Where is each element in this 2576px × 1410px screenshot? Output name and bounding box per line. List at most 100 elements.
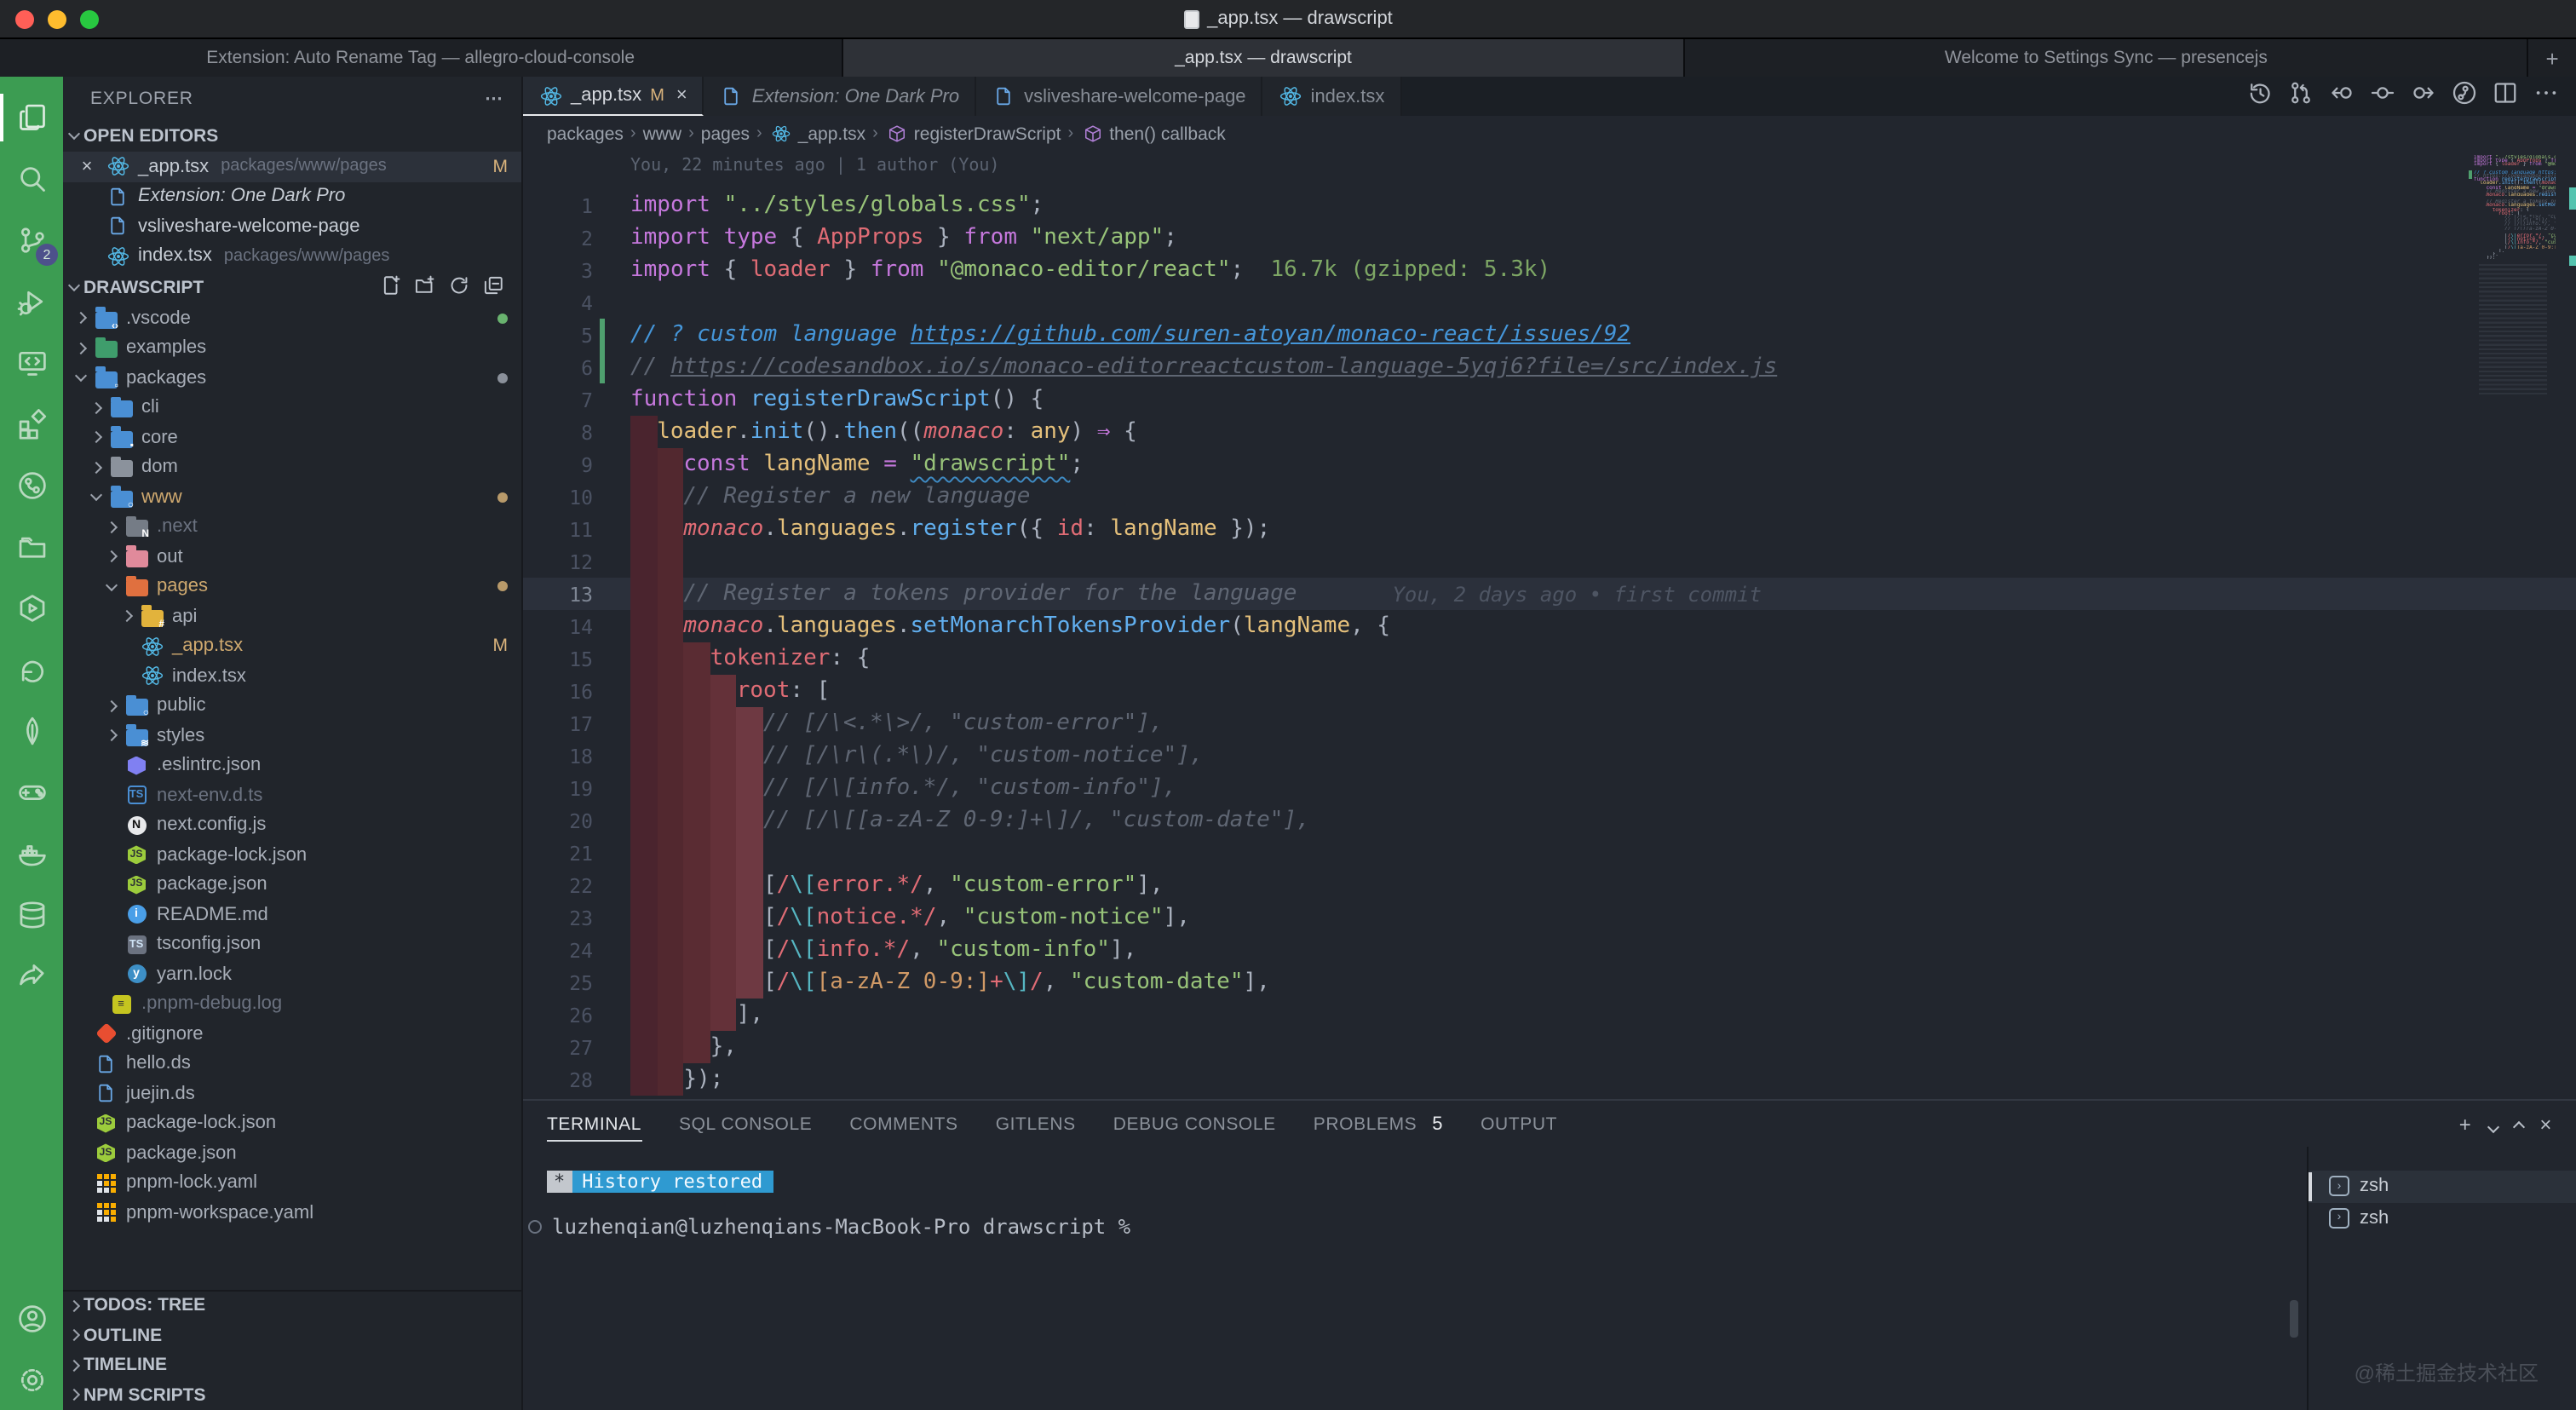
code-line-11[interactable]: 11monaco.languages.register({ id: langNa… xyxy=(523,513,2576,545)
panel-tab-problems[interactable]: PROBLEMS5 xyxy=(1314,1101,1443,1147)
editor-tab-Extension: One Dark Pro[interactable]: Extension: One Dark Pro xyxy=(704,77,976,116)
tree-item-.next[interactable]: N.next xyxy=(63,512,521,542)
collapse-all-icon[interactable] xyxy=(482,273,504,301)
more-icon[interactable] xyxy=(2533,79,2559,113)
code-line-19[interactable]: 19// [/\[info.*/, "custom-info"], xyxy=(523,772,2576,804)
activity-hexagon-play-icon[interactable] xyxy=(0,578,63,639)
breadcrumb-item[interactable]: registerDrawScript xyxy=(885,122,1061,146)
activity-mongodb-icon[interactable] xyxy=(0,700,63,762)
activity-search-icon[interactable] xyxy=(0,148,63,210)
activity-project-manager-icon[interactable] xyxy=(0,516,63,578)
window-tab-0[interactable]: Extension: Auto Rename Tag — allegro-clo… xyxy=(0,39,842,77)
tree-item-package.json[interactable]: JSpackage.json xyxy=(63,1138,521,1168)
tree-item-public[interactable]: ○public xyxy=(63,691,521,721)
tree-item-packages[interactable]: ▫packages xyxy=(63,363,521,393)
git-circle-icon[interactable] xyxy=(2452,79,2477,113)
panel-scrollbar[interactable] xyxy=(2290,1300,2298,1338)
code-line-23[interactable]: 23[/\[notice.*/, "custom-notice"], xyxy=(523,901,2576,934)
code-line-7[interactable]: 7function registerDrawScript() { xyxy=(523,383,2576,416)
code-line-13[interactable]: 13// Register a tokens provider for the … xyxy=(523,578,2576,610)
tree-item-_app.tsx[interactable]: _app.tsxM xyxy=(63,631,521,661)
activity-settings-icon[interactable] xyxy=(0,1349,63,1410)
sidebar-more-icon[interactable]: ⋯ xyxy=(485,88,504,108)
tree-item-dom[interactable]: dom xyxy=(63,452,521,482)
section-outline[interactable]: OUTLINE xyxy=(63,1321,521,1350)
activity-docker-icon[interactable] xyxy=(0,823,63,884)
code-line-2[interactable]: 2import type { AppProps } from "next/app… xyxy=(523,222,2576,254)
code-line-20[interactable]: 20// [/\[[a-zA-Z 0-9:]+\]/, "custom-date… xyxy=(523,804,2576,837)
code-line-26[interactable]: 26], xyxy=(523,999,2576,1031)
activity-git-graph-icon[interactable] xyxy=(0,455,63,516)
tree-item-.eslintrc.json[interactable]: .eslintrc.json xyxy=(63,751,521,780)
terminal-instance-zsh[interactable]: ›zsh xyxy=(2309,1202,2576,1234)
tree-item-hello.ds[interactable]: hello.ds xyxy=(63,1049,521,1079)
change-icon[interactable] xyxy=(2370,79,2395,113)
activity-extensions-icon[interactable] xyxy=(0,394,63,455)
activity-run-debug-icon[interactable] xyxy=(0,271,63,332)
tree-item-juejin.ds[interactable]: juejin.ds xyxy=(63,1079,521,1108)
tree-item-index.tsx[interactable]: index.tsx xyxy=(63,661,521,691)
terminal[interactable]: * History restored luzhenqian@luzhenqian… xyxy=(523,1147,2307,1410)
panel-tab-debug-console[interactable]: DEBUG CONSOLE xyxy=(1113,1101,1276,1147)
editor-tab-_app.tsx[interactable]: _app.tsxM× xyxy=(523,77,704,116)
code-line-24[interactable]: 24[/\[info.*/, "custom-info"], xyxy=(523,934,2576,966)
terminal-instance-zsh[interactable]: ›zsh xyxy=(2309,1171,2576,1202)
tree-item-package-lock.json[interactable]: JSpackage-lock.json xyxy=(63,840,521,870)
new-file-icon[interactable] xyxy=(380,273,402,301)
code-line-21[interactable]: 21 xyxy=(523,837,2576,869)
panel-tab-output[interactable]: OUTPUT xyxy=(1481,1101,1557,1147)
open-editor-item[interactable]: Extension: One Dark Pro xyxy=(63,181,521,211)
close-icon[interactable]: × xyxy=(77,157,97,177)
tree-item-examples[interactable]: examples xyxy=(63,333,521,363)
code-line-4[interactable]: 4 xyxy=(523,286,2576,319)
activity-share-icon[interactable] xyxy=(0,946,63,1007)
code-line-27[interactable]: 27}, xyxy=(523,1031,2576,1063)
code-line-25[interactable]: 25[/\[[a-zA-Z 0-9:]+\]/, "custom-date"], xyxy=(523,966,2576,999)
next-change-icon[interactable] xyxy=(2411,79,2436,113)
tree-item-cli[interactable]: cli xyxy=(63,393,521,423)
code-line-9[interactable]: 9const langName = "drawscript"; xyxy=(523,448,2576,481)
activity-explorer-icon[interactable] xyxy=(0,87,63,148)
tree-item-next-env.d.ts[interactable]: TSnext-env.d.ts xyxy=(63,780,521,810)
activity-remote-explorer-icon[interactable] xyxy=(0,332,63,394)
tree-item-tsconfig.json[interactable]: TStsconfig.json xyxy=(63,929,521,959)
tree-item-core[interactable]: ▪core xyxy=(63,423,521,452)
open-editors-header[interactable]: OPEN EDITORS xyxy=(63,119,521,152)
code-line-22[interactable]: 22[/\[error.*/, "custom-error"], xyxy=(523,869,2576,901)
code-line-12[interactable]: 12 xyxy=(523,545,2576,578)
code-line-15[interactable]: 15tokenizer: { xyxy=(523,642,2576,675)
codelens-blame-header[interactable]: You, 22 minutes ago | 1 author (You) xyxy=(630,157,1000,176)
close-icon[interactable]: × xyxy=(676,85,687,106)
minimap[interactable]: import "../styles/globals.css";import ty… xyxy=(2474,155,2556,398)
code-line-28[interactable]: 28}); xyxy=(523,1063,2576,1096)
tree-item-styles[interactable]: ≋styles xyxy=(63,721,521,751)
history-icon[interactable] xyxy=(2247,79,2273,113)
breadcrumb-item[interactable]: packages xyxy=(547,124,624,144)
tree-item-www[interactable]: ○www xyxy=(63,482,521,512)
tree-item-package.json[interactable]: JSpackage.json xyxy=(63,870,521,900)
section-npm-scripts[interactable]: NPM SCRIPTS xyxy=(63,1380,521,1410)
tree-item-.vscode[interactable]: ‹›.vscode xyxy=(63,303,521,333)
section-todos-tree[interactable]: TODOS: TREE xyxy=(63,1291,521,1321)
refresh-icon[interactable] xyxy=(448,273,470,301)
new-terminal-icon[interactable]: + xyxy=(2459,1112,2472,1136)
tree-item-yarn.lock[interactable]: yyarn.lock xyxy=(63,959,521,989)
open-editor-item[interactable]: index.tsxpackages/www/pages xyxy=(63,241,521,271)
prev-change-icon[interactable] xyxy=(2329,79,2355,113)
activity-source-control-icon[interactable]: 2 xyxy=(0,210,63,271)
breadcrumb-item[interactable]: www xyxy=(643,124,682,144)
new-folder-icon[interactable] xyxy=(414,273,436,301)
panel-tab-comments[interactable]: COMMENTS xyxy=(849,1101,957,1147)
project-section-header[interactable]: DRAWSCRIPT xyxy=(63,271,521,303)
activity-game-controller-icon[interactable] xyxy=(0,762,63,823)
tree-item-next.config.js[interactable]: Nnext.config.js xyxy=(63,810,521,840)
code-line-17[interactable]: 17// [/\<.*\>/, "custom-error"], xyxy=(523,707,2576,740)
tree-item-package-lock.json[interactable]: JSpackage-lock.json xyxy=(63,1108,521,1138)
activity-database-icon[interactable] xyxy=(0,884,63,946)
new-window-tab-button[interactable]: + xyxy=(2528,39,2576,77)
editor-tab-index.tsx[interactable]: index.tsx xyxy=(1263,77,1402,116)
code-line-16[interactable]: 16root: [ xyxy=(523,675,2576,707)
tree-item-.gitignore[interactable]: .gitignore xyxy=(63,1019,521,1049)
panel-tab-gitlens[interactable]: GITLENS xyxy=(996,1101,1076,1147)
tree-item-pnpm-workspace.yaml[interactable]: pnpm-workspace.yaml xyxy=(63,1198,521,1228)
